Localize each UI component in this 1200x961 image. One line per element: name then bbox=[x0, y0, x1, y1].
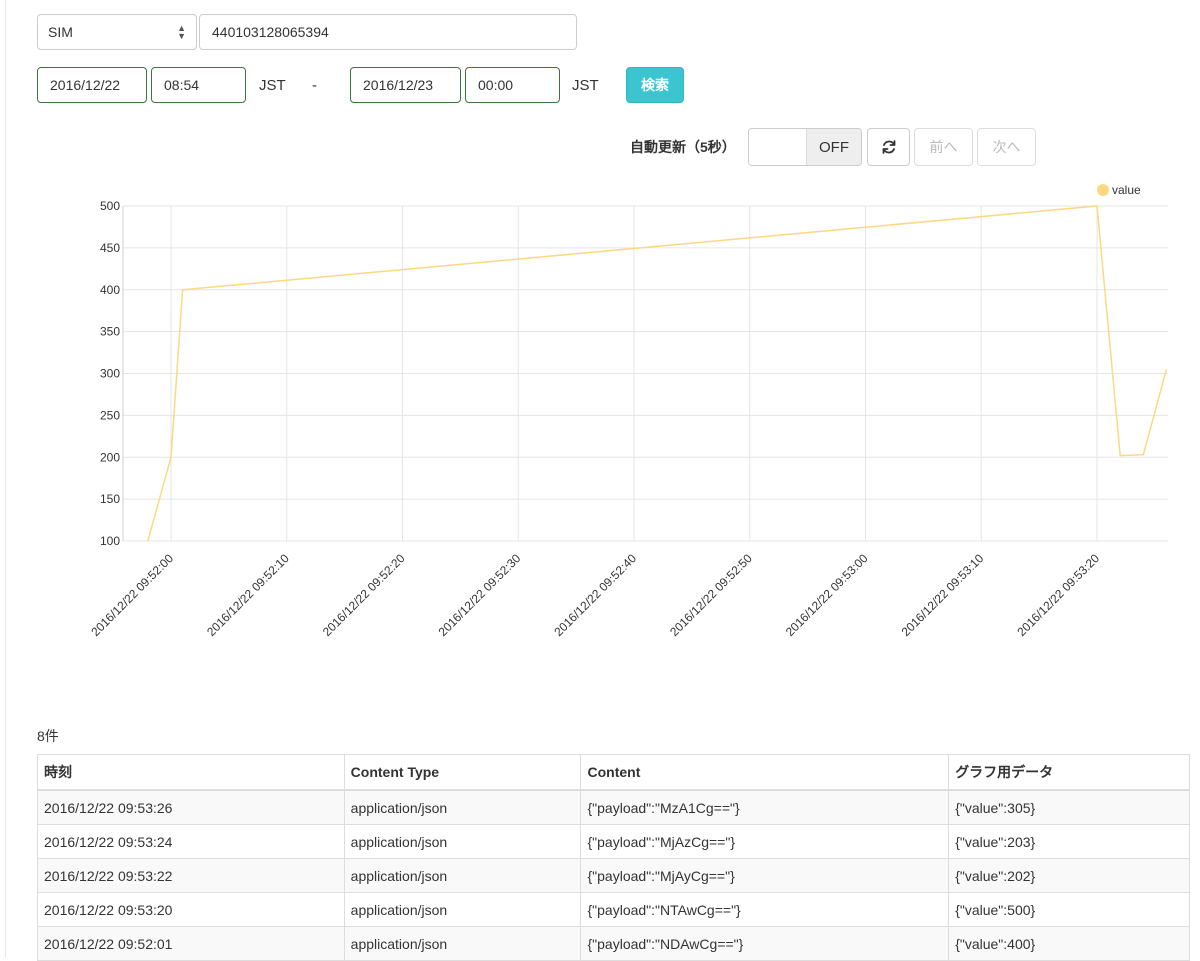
toggle-on-part bbox=[749, 129, 806, 165]
range-separator: - bbox=[312, 77, 317, 94]
from-time-input[interactable]: 08:54 bbox=[151, 67, 246, 103]
header-content: Content bbox=[581, 755, 949, 791]
cell-graph-data: {"value":203} bbox=[949, 825, 1190, 859]
table-row: 2016/12/22 09:53:20 application/json {"p… bbox=[38, 893, 1190, 927]
from-time-value: 08:54 bbox=[164, 77, 199, 93]
y-tick-label: 400 bbox=[100, 283, 120, 297]
toggle-off-label: OFF bbox=[806, 129, 861, 165]
y-tick-label: 300 bbox=[100, 367, 120, 381]
cell-graph-data: {"value":305} bbox=[949, 790, 1190, 825]
legend-swatch bbox=[1097, 184, 1109, 196]
data-table: 時刻 Content Type Content グラフ用データ 2016/12/… bbox=[37, 754, 1190, 961]
x-tick-label: 2016/12/22 09:52:10 bbox=[204, 551, 292, 639]
cell-content: {"payload":"NTAwCg=="} bbox=[581, 893, 949, 927]
refresh-icon bbox=[881, 139, 897, 155]
cell-content: {"payload":"NDAwCg=="} bbox=[581, 927, 949, 961]
table-row: 2016/12/22 09:53:26 application/json {"p… bbox=[38, 790, 1190, 825]
y-tick-label: 350 bbox=[100, 325, 120, 339]
next-button[interactable]: 次へ bbox=[977, 128, 1036, 166]
device-type-select[interactable]: SIM ▲▼ bbox=[37, 14, 197, 50]
x-tick-label: 2016/12/22 09:52:40 bbox=[551, 551, 639, 639]
x-tick-label: 2016/12/22 09:52:50 bbox=[667, 551, 755, 639]
to-date-value: 2016/12/23 bbox=[363, 77, 433, 93]
refresh-button[interactable] bbox=[867, 128, 910, 166]
device-type-value: SIM bbox=[48, 24, 73, 40]
cell-content-type: application/json bbox=[344, 825, 581, 859]
y-tick-label: 200 bbox=[100, 450, 120, 464]
line-chart: 100 150 200 250 300 350 400 450 500 2016/12/22 09… bbox=[0, 170, 1200, 660]
to-timezone-label: JST bbox=[572, 77, 599, 94]
from-timezone-label: JST bbox=[259, 77, 286, 94]
cell-time: 2016/12/22 09:53:26 bbox=[38, 790, 345, 825]
x-tick-label: 2016/12/22 09:52:20 bbox=[320, 551, 408, 639]
search-button[interactable]: 検索 bbox=[626, 67, 684, 103]
auto-refresh-toggle[interactable]: OFF bbox=[748, 128, 862, 166]
y-tick-label: 250 bbox=[100, 408, 120, 422]
y-tick-label: 450 bbox=[100, 241, 120, 255]
cell-content-type: application/json bbox=[344, 790, 581, 825]
select-arrows-icon: ▲▼ bbox=[177, 24, 186, 40]
cell-time: 2016/12/22 09:53:20 bbox=[38, 893, 345, 927]
device-id-value: 440103128065394 bbox=[212, 24, 329, 40]
y-tick-label: 150 bbox=[100, 492, 120, 506]
from-date-value: 2016/12/22 bbox=[50, 77, 120, 93]
cell-time: 2016/12/22 09:52:01 bbox=[38, 927, 345, 961]
header-content-type: Content Type bbox=[344, 755, 581, 791]
table-header-row: 時刻 Content Type Content グラフ用データ bbox=[38, 755, 1190, 791]
device-id-input[interactable]: 440103128065394 bbox=[199, 14, 577, 50]
x-tick-label: 2016/12/22 09:53:00 bbox=[783, 551, 871, 639]
table-row: 2016/12/22 09:53:24 application/json {"p… bbox=[38, 825, 1190, 859]
table-row: 2016/12/22 09:52:01 application/json {"p… bbox=[38, 927, 1190, 961]
cell-content: {"payload":"MjAzCg=="} bbox=[581, 825, 949, 859]
header-graph-data: グラフ用データ bbox=[949, 755, 1190, 791]
header-time: 時刻 bbox=[38, 755, 345, 791]
record-count: 8件 bbox=[37, 726, 59, 746]
auto-refresh-label: 自動更新（5秒） bbox=[630, 137, 736, 157]
y-tick-label: 500 bbox=[100, 199, 120, 213]
from-date-input[interactable]: 2016/12/22 bbox=[37, 67, 147, 103]
x-tick-label: 2016/12/22 09:52:30 bbox=[436, 551, 524, 639]
x-tick-label: 2016/12/22 09:53:10 bbox=[899, 551, 987, 639]
cell-time: 2016/12/22 09:53:24 bbox=[38, 825, 345, 859]
cell-content-type: application/json bbox=[344, 893, 581, 927]
y-tick-label: 100 bbox=[100, 534, 120, 548]
cell-time: 2016/12/22 09:53:22 bbox=[38, 859, 345, 893]
prev-button[interactable]: 前へ bbox=[914, 128, 973, 166]
to-time-input[interactable]: 00:00 bbox=[465, 67, 560, 103]
cell-content: {"payload":"MzA1Cg=="} bbox=[581, 790, 949, 825]
to-date-input[interactable]: 2016/12/23 bbox=[350, 67, 461, 103]
x-tick-label: 2016/12/22 09:52:00 bbox=[88, 551, 176, 639]
cell-graph-data: {"value":202} bbox=[949, 859, 1190, 893]
chart-svg: 100 150 200 250 300 350 400 450 500 2016/12/22 09… bbox=[0, 170, 1200, 660]
table-row: 2016/12/22 09:53:22 application/json {"p… bbox=[38, 859, 1190, 893]
cell-graph-data: {"value":500} bbox=[949, 893, 1190, 927]
cell-content-type: application/json bbox=[344, 859, 581, 893]
x-tick-label: 2016/12/22 09:53:20 bbox=[1014, 551, 1102, 639]
cell-graph-data: {"value":400} bbox=[949, 927, 1190, 961]
cell-content: {"payload":"MjAyCg=="} bbox=[581, 859, 949, 893]
to-time-value: 00:00 bbox=[478, 77, 513, 93]
legend-label: value bbox=[1112, 183, 1141, 197]
cell-content-type: application/json bbox=[344, 927, 581, 961]
